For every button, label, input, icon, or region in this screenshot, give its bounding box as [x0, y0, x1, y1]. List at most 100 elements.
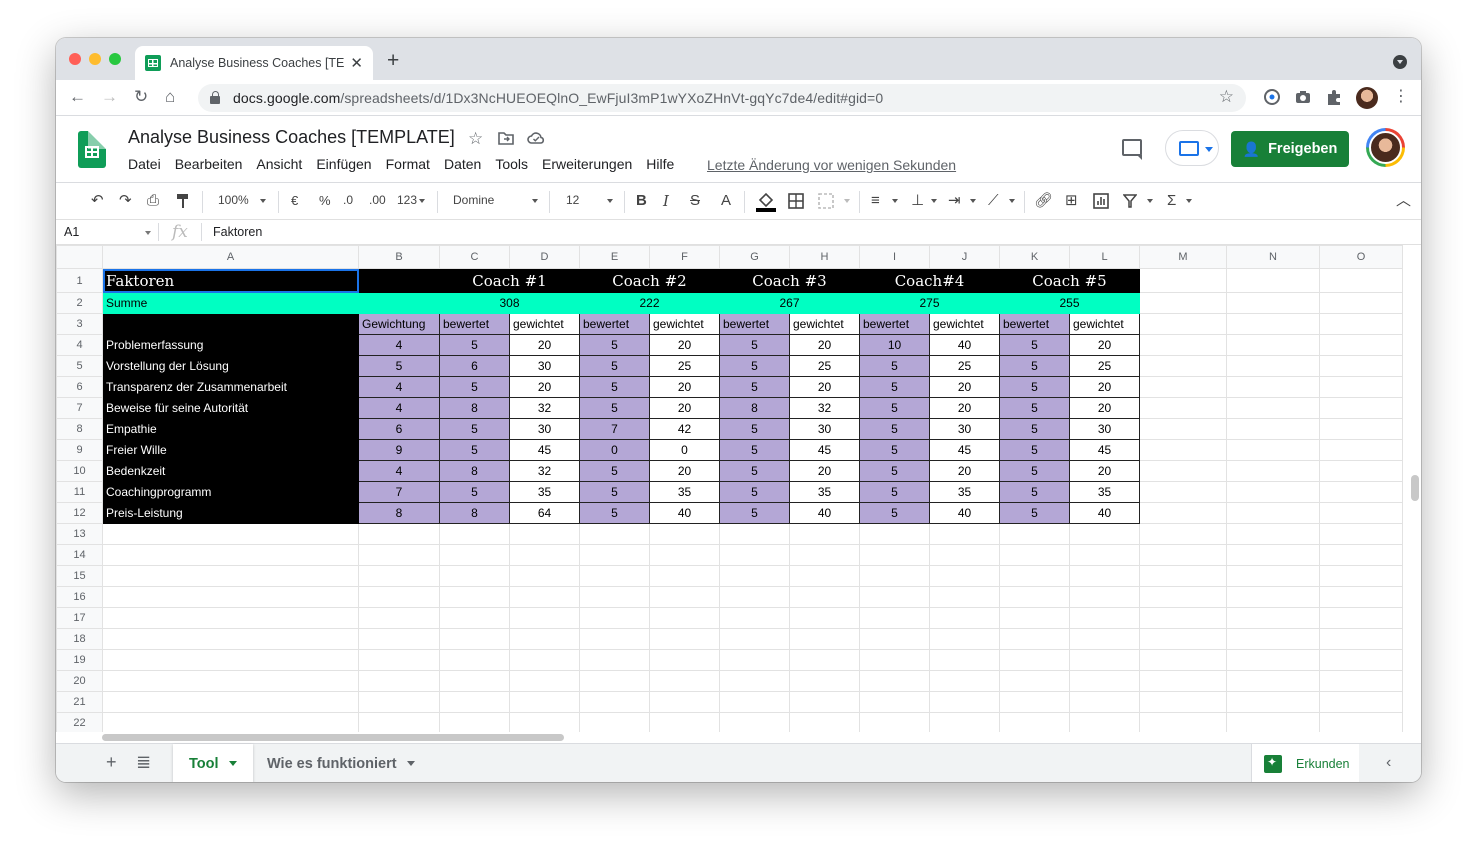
column-header[interactable]: B	[358, 245, 440, 269]
coach-total[interactable]: 267	[719, 292, 860, 314]
cell[interactable]	[439, 691, 510, 713]
cell[interactable]	[579, 712, 650, 732]
weighted-value[interactable]: 25	[929, 355, 1000, 377]
cell[interactable]	[719, 607, 790, 629]
menu-einfuegen[interactable]: Einfügen	[316, 156, 371, 172]
italic-icon[interactable]: I	[663, 192, 669, 210]
factor-weight[interactable]: 6	[358, 418, 440, 440]
cell[interactable]	[1139, 418, 1227, 440]
cell[interactable]	[999, 670, 1070, 692]
factor-name[interactable]: Freier Wille	[102, 439, 359, 461]
cell[interactable]	[789, 565, 860, 587]
cell[interactable]	[1226, 565, 1320, 587]
cell[interactable]	[789, 523, 860, 545]
cell[interactable]	[789, 670, 860, 692]
cell[interactable]	[1069, 565, 1140, 587]
factor-name[interactable]: Bedenkzeit	[102, 460, 359, 482]
merge-dropdown-icon[interactable]	[844, 199, 850, 203]
strikethrough-icon[interactable]: S	[690, 192, 700, 210]
cell[interactable]	[358, 691, 440, 713]
font-dropdown-icon[interactable]	[532, 199, 538, 203]
row-header[interactable]: 16	[56, 586, 103, 608]
weighted-value[interactable]: 40	[929, 334, 1000, 356]
cell[interactable]	[649, 691, 720, 713]
coach-header[interactable]: Coach #1	[439, 268, 580, 293]
factor-weight[interactable]: 7	[358, 481, 440, 503]
cell[interactable]	[1139, 586, 1227, 608]
paint-format-icon[interactable]	[176, 193, 190, 209]
cell[interactable]	[102, 670, 359, 692]
chevron-down-icon[interactable]	[228, 761, 237, 766]
bookmark-star-icon[interactable]: ☆	[1219, 87, 1234, 107]
weighted-value[interactable]: 40	[1069, 502, 1140, 524]
column-header[interactable]: F	[649, 245, 720, 269]
cell[interactable]	[1319, 313, 1403, 335]
column-header[interactable]: M	[1139, 245, 1227, 269]
cell[interactable]	[1226, 397, 1320, 419]
last-edit-link[interactable]: Letzte Änderung vor wenigen Sekunden	[707, 157, 956, 173]
weighted-value[interactable]: 25	[649, 355, 720, 377]
cell[interactable]	[102, 523, 359, 545]
percent-format-button[interactable]: %	[319, 193, 331, 208]
cell[interactable]	[1226, 334, 1320, 356]
chevron-down-icon[interactable]	[406, 761, 415, 766]
cell[interactable]	[1069, 523, 1140, 545]
rated-value[interactable]: 10	[859, 334, 930, 356]
home-icon[interactable]: ⌂	[165, 87, 175, 107]
select-all-corner[interactable]	[56, 245, 103, 269]
cell[interactable]	[1226, 418, 1320, 440]
redo-icon[interactable]: ↷	[119, 192, 132, 210]
cloud-saved-icon[interactable]	[527, 131, 545, 144]
rated-value[interactable]: 0	[579, 439, 650, 461]
rated-value[interactable]: 8	[439, 460, 510, 482]
filter-dropdown-icon[interactable]	[1147, 199, 1153, 203]
rated-value[interactable]: 5	[859, 355, 930, 377]
weighted-value[interactable]: 20	[649, 376, 720, 398]
cell[interactable]	[1319, 691, 1403, 713]
cell[interactable]	[1319, 607, 1403, 629]
row-header[interactable]: 3	[56, 313, 103, 335]
menu-daten[interactable]: Daten	[444, 156, 481, 172]
rated-value[interactable]: 8	[719, 397, 790, 419]
cell[interactable]	[649, 649, 720, 671]
cell-a1-faktoren[interactable]: Faktoren	[102, 268, 359, 293]
cell[interactable]	[1226, 355, 1320, 377]
factor-weight[interactable]: 4	[358, 397, 440, 419]
merge-cells-icon[interactable]	[818, 193, 834, 209]
column-header[interactable]: E	[579, 245, 650, 269]
cell[interactable]	[1139, 544, 1227, 566]
cell[interactable]	[929, 649, 1000, 671]
row-header[interactable]: 18	[56, 628, 103, 650]
cell[interactable]	[929, 523, 1000, 545]
cell[interactable]	[1319, 649, 1403, 671]
cell[interactable]	[1139, 502, 1227, 524]
cell[interactable]	[1226, 460, 1320, 482]
cell[interactable]	[719, 691, 790, 713]
cell[interactable]	[719, 712, 790, 732]
menu-hilfe[interactable]: Hilfe	[646, 156, 674, 172]
cell[interactable]	[1319, 418, 1403, 440]
column-header[interactable]: K	[999, 245, 1070, 269]
text-color-icon[interactable]: A	[721, 192, 731, 210]
close-window-button[interactable]	[69, 53, 81, 65]
cell[interactable]	[358, 607, 440, 629]
rated-value[interactable]: 5	[999, 481, 1070, 503]
weighted-value[interactable]: 32	[509, 460, 580, 482]
name-box[interactable]: A1	[64, 225, 79, 239]
factor-name[interactable]: Coachingprogramm	[102, 481, 359, 503]
cell[interactable]	[1139, 313, 1227, 335]
cell[interactable]	[579, 649, 650, 671]
cell[interactable]	[1226, 670, 1320, 692]
increase-decimal-button[interactable]: .00	[369, 193, 386, 207]
weighted-value[interactable]: 20	[1069, 460, 1140, 482]
cell[interactable]	[1319, 628, 1403, 650]
weighted-value[interactable]: 40	[789, 502, 860, 524]
cell[interactable]	[509, 544, 580, 566]
cell[interactable]	[649, 523, 720, 545]
cell[interactable]	[1319, 586, 1403, 608]
cell[interactable]	[1139, 355, 1227, 377]
forward-icon[interactable]: →	[101, 87, 118, 107]
cell[interactable]	[1139, 670, 1227, 692]
cell[interactable]	[439, 649, 510, 671]
cell[interactable]	[102, 586, 359, 608]
